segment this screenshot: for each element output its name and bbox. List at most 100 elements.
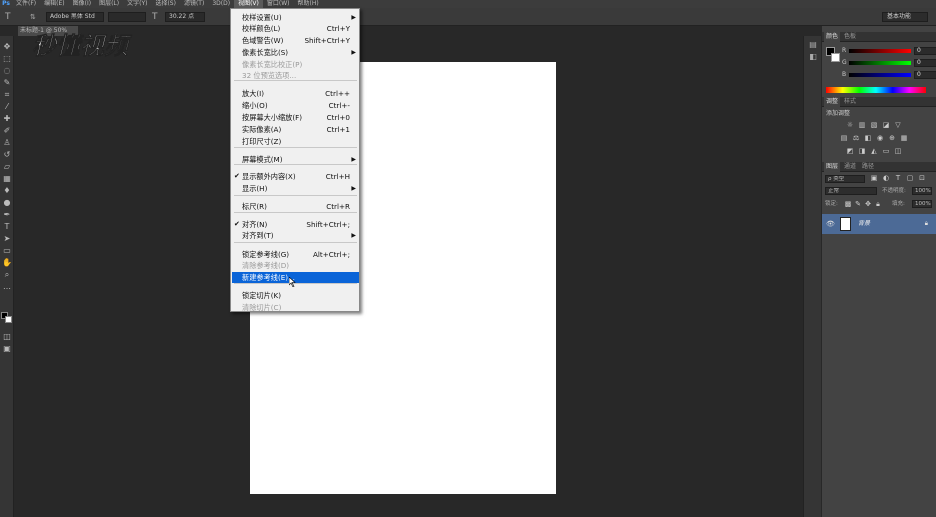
more-tools-icon[interactable]: … <box>2 282 12 292</box>
brightness-icon[interactable]: ☼ <box>846 122 854 129</box>
pen-tool-icon[interactable]: ✒ <box>2 210 12 220</box>
menu-item-print-size[interactable]: 打印尺寸(Z) <box>232 136 359 147</box>
tab-adjustments[interactable]: 调整 <box>824 97 841 107</box>
invert-icon[interactable]: ◩ <box>846 148 854 155</box>
background-color-swatch[interactable] <box>5 316 12 323</box>
color-spectrum[interactable] <box>826 87 926 93</box>
filter-shape-icon[interactable]: ▢ <box>906 175 914 182</box>
menu-edit[interactable]: 编辑(E) <box>40 0 68 8</box>
gradient-tool-icon[interactable]: ▦ <box>2 174 12 184</box>
menu-item-pixel-aspect-ratio[interactable]: 像素长宽比(S) ▶ <box>232 47 359 58</box>
menu-filter[interactable]: 滤镜(T) <box>180 0 208 8</box>
menu-select[interactable]: 选择(S) <box>151 0 180 8</box>
blend-mode-select[interactable]: 正常 <box>825 187 877 195</box>
menu-image[interactable]: 图像(I) <box>69 0 95 8</box>
properties-panel-icon[interactable]: ◧ <box>808 52 818 62</box>
filter-adjust-icon[interactable]: ◐ <box>882 175 890 182</box>
filter-type-icon[interactable]: T <box>894 175 902 182</box>
tab-paths[interactable]: 路径 <box>860 162 876 172</box>
menu-item-zoom-out[interactable]: 缩小(O) Ctrl+- <box>232 100 359 111</box>
blue-slider[interactable] <box>849 73 911 77</box>
path-select-tool-icon[interactable]: ➤ <box>2 234 12 244</box>
screen-mode-icon[interactable]: ▣ <box>2 344 12 354</box>
blue-value-input[interactable]: 0 <box>914 71 936 79</box>
healing-tool-icon[interactable]: ✚ <box>2 114 12 124</box>
menu-item-rulers[interactable]: 标尺(R) Ctrl+R <box>232 201 359 212</box>
visibility-eye-icon[interactable]: 👁︎ <box>826 219 835 229</box>
menu-view[interactable]: 视图(V) <box>234 0 263 8</box>
gradient-map-icon[interactable]: ▭ <box>882 148 890 155</box>
photo-filter-icon[interactable]: ◉ <box>876 135 884 142</box>
layer-row-background[interactable]: 👁︎ 背景 🔒︎ <box>822 214 936 234</box>
menu-item-snap[interactable]: ✔ 对齐(N) Shift+Ctrl+; <box>232 219 359 230</box>
history-panel-icon[interactable]: ▤ <box>808 40 818 50</box>
channel-mixer-icon[interactable]: ⊕ <box>888 135 896 142</box>
history-brush-tool-icon[interactable]: ↺ <box>2 150 12 160</box>
menu-layer[interactable]: 图层(L) <box>95 0 123 8</box>
quick-select-tool-icon[interactable]: ✎ <box>2 78 12 88</box>
tab-channels[interactable]: 通道 <box>842 162 858 172</box>
font-size-select[interactable]: 30.22 点 <box>165 12 205 22</box>
menu-item-fit-on-screen[interactable]: 按屏幕大小缩放(F) Ctrl+0 <box>232 112 359 123</box>
menu-help[interactable]: 帮助(H) <box>294 0 323 8</box>
menu-item-snap-to[interactable]: 对齐到(T) ▶ <box>232 230 359 241</box>
tab-color[interactable]: 颜色 <box>824 32 841 42</box>
menu-item-proof-setup[interactable]: 校样设置(U) ▶ <box>232 12 359 23</box>
lock-pixels-icon[interactable]: ▩ <box>844 201 852 208</box>
red-slider[interactable] <box>849 49 911 53</box>
lock-all-icon[interactable]: 🔒︎ <box>874 201 882 208</box>
menu-item-clear-guides[interactable]: 清除参考线(D) <box>232 260 359 271</box>
hue-saturation-icon[interactable]: ▤ <box>840 135 848 142</box>
lock-position-icon[interactable]: ✥ <box>864 201 872 208</box>
brush-tool-icon[interactable]: ✐ <box>2 126 12 136</box>
stamp-tool-icon[interactable]: ♙ <box>2 138 12 148</box>
menu-item-zoom-in[interactable]: 放大(I) Ctrl++ <box>232 88 359 99</box>
menu-type[interactable]: 文字(Y) <box>123 0 151 8</box>
dodge-tool-icon[interactable]: ● <box>2 198 12 208</box>
eyedropper-tool-icon[interactable]: ⁄ <box>2 102 12 112</box>
black-white-icon[interactable]: ◧ <box>864 135 872 142</box>
menu-item-lock-slices[interactable]: 锁定切片(K) <box>232 290 359 301</box>
menu-item-proof-colors[interactable]: 校样颜色(L) Ctrl+Y <box>232 23 359 34</box>
levels-icon[interactable]: ▥ <box>858 122 866 129</box>
posterize-icon[interactable]: ◨ <box>858 148 866 155</box>
color-balance-icon[interactable]: ⚖ <box>852 135 860 142</box>
workspace-switcher[interactable]: 基本功能 <box>882 12 928 22</box>
blur-tool-icon[interactable]: ♦ <box>2 186 12 196</box>
exposure-icon[interactable]: ◪ <box>882 122 890 129</box>
eraser-tool-icon[interactable]: ▱ <box>2 162 12 172</box>
curves-icon[interactable]: ▧ <box>870 122 878 129</box>
menu-item-actual-pixels[interactable]: 实际像素(A) Ctrl+1 <box>232 124 359 135</box>
font-style-select[interactable] <box>108 12 146 22</box>
lock-image-icon[interactable]: ✎ <box>854 201 862 208</box>
hand-tool-icon[interactable]: ✋ <box>2 258 12 268</box>
quick-mask-icon[interactable]: ◫ <box>2 332 12 342</box>
menu-file[interactable]: 文件(F) <box>12 0 40 8</box>
tab-layers[interactable]: 图层 <box>824 162 841 172</box>
layer-kind-filter[interactable]: ρ 类型 <box>825 175 865 183</box>
menu-item-clear-slices[interactable]: 清除切片(C) <box>232 302 359 313</box>
crop-tool-icon[interactable]: ⌗ <box>2 90 12 100</box>
marquee-tool-icon[interactable]: ⬚ <box>2 54 12 64</box>
threshold-icon[interactable]: ◭ <box>870 148 878 155</box>
tab-swatches[interactable]: 色板 <box>842 32 858 42</box>
lasso-tool-icon[interactable]: ◌ <box>2 66 12 76</box>
zoom-tool-icon[interactable]: ⌕ <box>2 270 12 280</box>
vibrance-icon[interactable]: ▽ <box>894 122 902 129</box>
shape-tool-icon[interactable]: ▭ <box>2 246 12 256</box>
green-slider[interactable] <box>849 61 911 65</box>
menu-item-gamut-warning[interactable]: 色域警告(W) Shift+Ctrl+Y <box>232 35 359 46</box>
text-tool-icon[interactable]: T <box>2 222 12 232</box>
menu-item-show[interactable]: 显示(H) ▶ <box>232 183 359 194</box>
menu-item-lock-guides[interactable]: 锁定参考线(G) Alt+Ctrl+; <box>232 249 359 260</box>
menu-item-pixel-aspect-correction[interactable]: 像素长宽比校正(P) <box>232 59 359 70</box>
tab-styles[interactable]: 样式 <box>842 97 858 107</box>
orientation-icon[interactable]: ⇅ <box>30 11 36 23</box>
panel-background-swatch[interactable] <box>831 53 840 62</box>
menu-3d[interactable]: 3D(D) <box>208 0 234 8</box>
menu-item-show-extras[interactable]: ✔ 显示额外内容(X) Ctrl+H <box>232 171 359 182</box>
font-family-select[interactable]: Adobe 黑体 Std <box>46 12 104 22</box>
green-value-input[interactable]: 0 <box>914 59 936 67</box>
selective-color-icon[interactable]: ◫ <box>894 148 902 155</box>
red-value-input[interactable]: 0 <box>914 47 936 55</box>
